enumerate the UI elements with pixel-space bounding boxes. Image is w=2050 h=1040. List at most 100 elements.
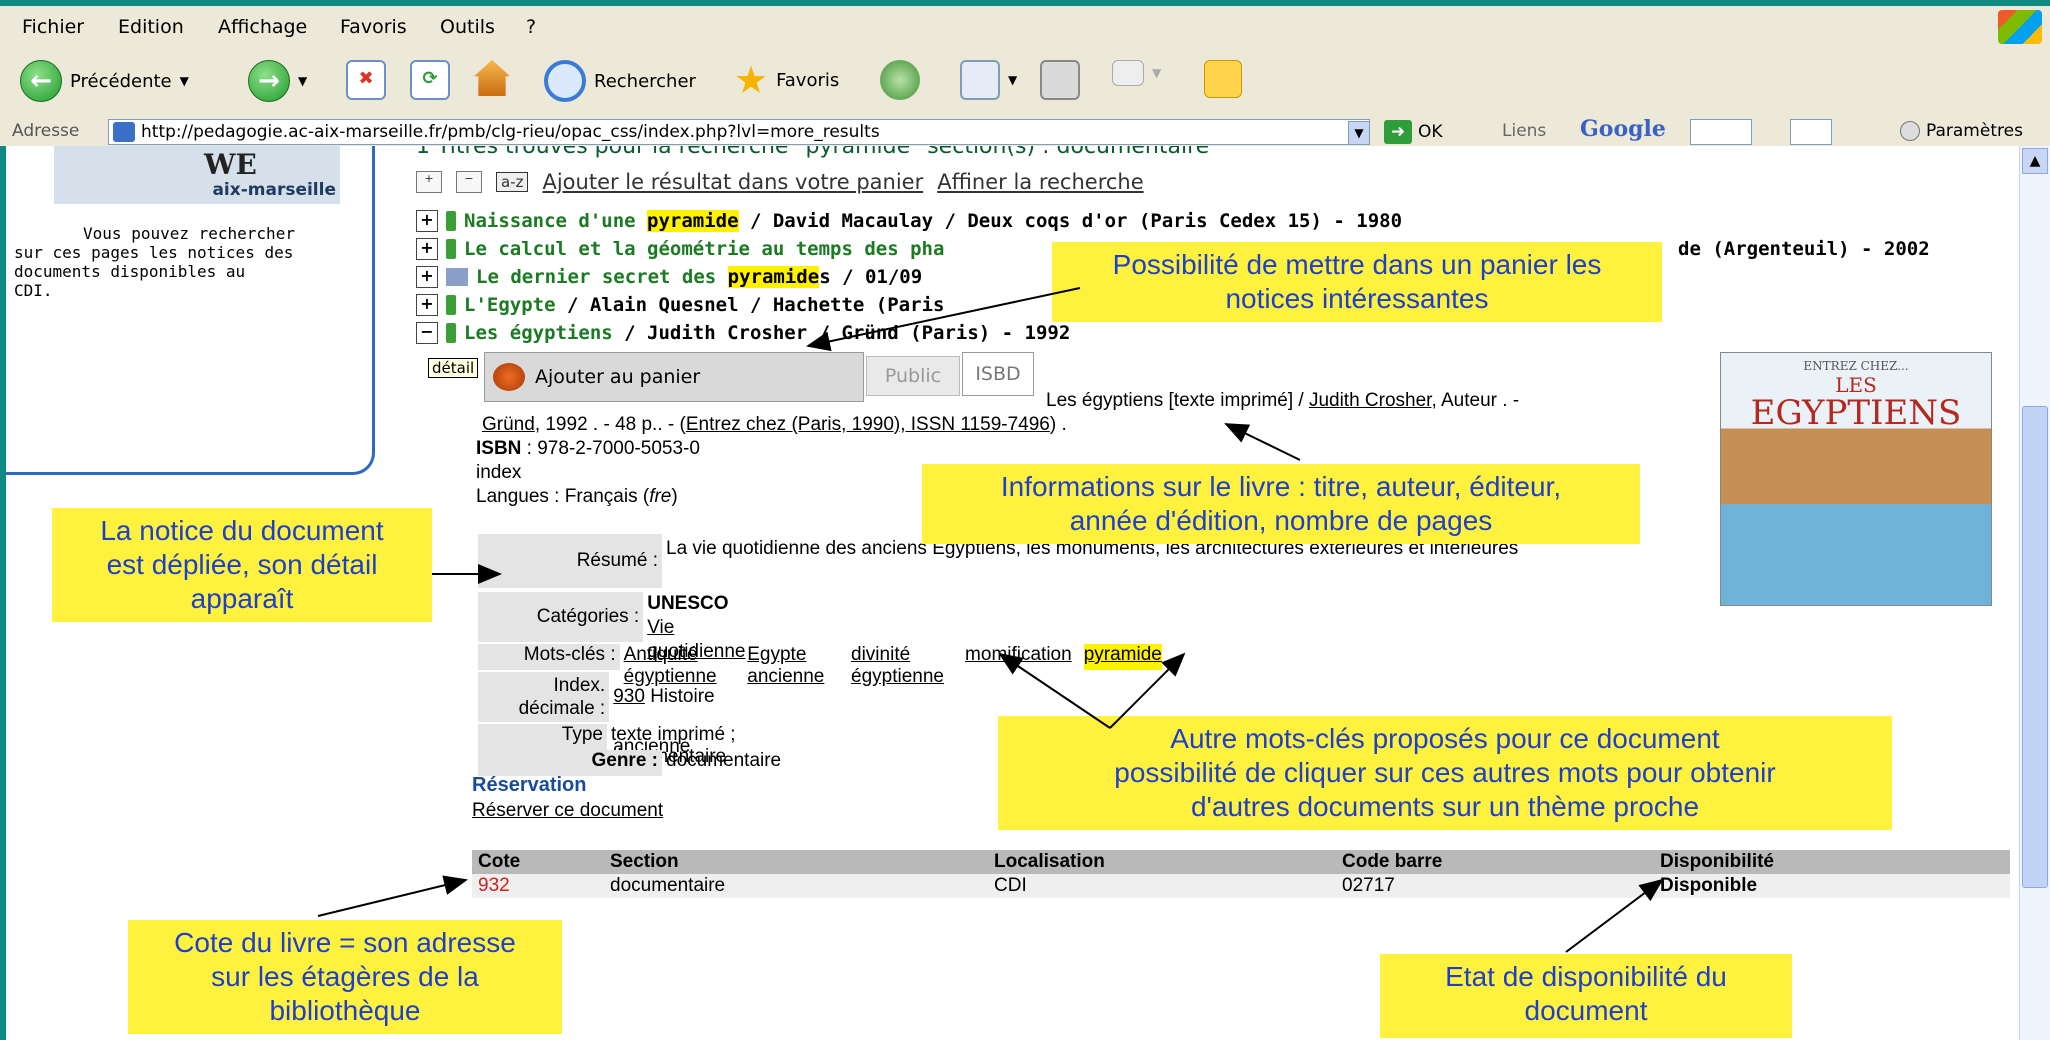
cell-disponibilite: Disponible: [1660, 875, 1758, 896]
add-to-cart-label: Ajouter au panier: [535, 366, 701, 388]
cover-title: EGYPTIENS: [1750, 393, 1962, 433]
result-title[interactable]: Le dernier secret des: [476, 266, 728, 288]
keyword-link[interactable]: momification: [965, 644, 1072, 670]
result-title[interactable]: Les égyptiens: [464, 322, 613, 344]
expand-icon[interactable]: +: [416, 238, 438, 260]
result-item-expanded[interactable]: − Les égyptiens / Judith Crosher / Gründ…: [416, 322, 1070, 344]
callout-notice: La notice du document est dépliée, son d…: [52, 508, 432, 622]
expand-icon[interactable]: +: [416, 210, 438, 232]
type-label: Type: [478, 724, 607, 750]
stop-button[interactable]: ✖: [346, 60, 386, 100]
collapse-icon[interactable]: −: [416, 322, 438, 344]
keyword-link[interactable]: Antiquité égyptienne: [624, 644, 736, 687]
keyword-link-highlighted[interactable]: pyramide: [1083, 644, 1162, 670]
menu-affichage[interactable]: Affichage: [218, 16, 307, 38]
forward-dropdown-icon[interactable]: ▼: [298, 74, 307, 88]
publisher-link[interactable]: Gründ: [482, 414, 535, 435]
sidebar-line: sur ces pages les notices des: [14, 243, 294, 262]
favorites-button[interactable]: ★ Favoris: [734, 60, 839, 100]
add-results-to-cart-link[interactable]: Ajouter le résultat dans votre panier: [542, 170, 923, 194]
result-title[interactable]: Le calcul et la géométrie au temps des p…: [464, 238, 944, 260]
refine-search-link[interactable]: Affiner la recherche: [937, 170, 1143, 194]
series-link[interactable]: Entrez chez (Paris, 1990), ISSN 1159-749…: [686, 414, 1050, 435]
toolbar: ← Précédente ▼ → ▼ ✖ ⟳ Rechercher ★ Favo…: [0, 48, 2050, 119]
result-item[interactable]: + Naissance d'une pyramide / David Macau…: [416, 210, 1402, 232]
google-options-dropdown[interactable]: [1790, 119, 1832, 145]
history-button[interactable]: [880, 60, 920, 100]
sidebar-line: documents disponibles au: [14, 262, 246, 281]
expand-icon[interactable]: +: [416, 294, 438, 316]
forward-button[interactable]: → ▼: [248, 60, 307, 102]
callout-etat: Etat de disponibilité du document: [1380, 954, 1792, 1038]
book-icon: [446, 211, 456, 231]
edit-button[interactable]: ▼: [1112, 60, 1161, 86]
mail-button[interactable]: ▼: [960, 60, 1017, 100]
page-icon: [113, 122, 135, 142]
index-line: index: [476, 462, 522, 483]
edit-dropdown-icon[interactable]: ▼: [1152, 66, 1161, 80]
scroll-thumb[interactable]: [2022, 406, 2048, 888]
header-localisation: Localisation: [994, 851, 1105, 872]
author-link[interactable]: Judith Crosher: [1309, 390, 1432, 411]
callout-line: possibilité de cliquer sur ces autres mo…: [1114, 757, 1776, 788]
keyword-link[interactable]: divinité égyptienne: [851, 644, 953, 687]
scroll-up-icon[interactable]: ▲: [2022, 148, 2048, 174]
params-button[interactable]: Paramètres: [1900, 121, 2023, 141]
index-label-line: Index.: [553, 675, 606, 696]
results-header: 1 Titres trouvés pour la recherche "pyra…: [416, 146, 1210, 159]
results-actions: + − a-z Ajouter le résultat dans votre p…: [416, 170, 1144, 194]
menu-outils[interactable]: Outils: [440, 16, 495, 38]
menu-favoris[interactable]: Favoris: [340, 16, 407, 38]
vertical-scrollbar[interactable]: ▲: [2019, 146, 2050, 1040]
menu-help[interactable]: ?: [526, 16, 536, 38]
tab-isbd[interactable]: ISBD: [962, 352, 1034, 396]
expand-icon[interactable]: +: [416, 266, 438, 288]
isbd-line-1: Les égyptiens [texte imprimé] / Judith C…: [1046, 390, 1519, 412]
callout-line: Possibilité de mettre dans un panier les: [1112, 249, 1602, 280]
links-button[interactable]: Liens: [1502, 121, 1546, 141]
result-item[interactable]: + Le dernier secret des pyramides / 01/0…: [416, 266, 922, 288]
back-button[interactable]: ← Précédente ▼: [20, 60, 189, 102]
menu-edition[interactable]: Edition: [118, 16, 184, 38]
address-input[interactable]: http://pedagogie.ac-aix-marseille.fr/pmb…: [108, 119, 1370, 145]
result-title[interactable]: L'Egypte: [464, 294, 556, 316]
index-code-link[interactable]: 930: [613, 686, 645, 707]
result-item[interactable]: + L'Egypte / Alain Quesnel / Hachette (P…: [416, 294, 944, 316]
google-search-input[interactable]: [1690, 119, 1752, 145]
callout-line: Informations sur le livre : titre, auteu…: [1000, 471, 1562, 502]
home-button[interactable]: [474, 60, 510, 96]
header-disponibilite: Disponibilité: [1660, 851, 1774, 872]
cell-localisation: CDI: [994, 875, 1027, 896]
refresh-button[interactable]: ⟳: [410, 60, 450, 100]
menu-fichier[interactable]: Fichier: [22, 16, 84, 38]
back-dropdown-icon[interactable]: ▼: [180, 74, 189, 88]
print-button[interactable]: [1040, 60, 1080, 100]
result-meta: de (Argenteuil) - 2002: [1678, 238, 1930, 260]
params-radio-icon: [1900, 121, 1920, 141]
add-to-cart-button[interactable]: Ajouter au panier: [484, 352, 864, 402]
type-value: texte imprimé ; documentaire: [611, 724, 736, 767]
sort-az-button[interactable]: a-z: [496, 172, 529, 192]
header-cote: Cote: [478, 851, 521, 872]
reserve-link[interactable]: Réserver ce document: [472, 800, 663, 822]
go-button[interactable]: ➜ OK: [1384, 120, 1443, 144]
notes-icon: [1204, 60, 1242, 98]
star-icon: ★: [734, 58, 769, 102]
forward-arrow-icon: →: [248, 60, 290, 102]
keyword-link[interactable]: Egypte ancienne: [747, 644, 839, 687]
notes-button[interactable]: [1204, 60, 1242, 98]
index-decimal-label: Index. décimale :: [478, 672, 610, 722]
search-button[interactable]: Rechercher: [544, 60, 696, 102]
result-title[interactable]: Naissance d'une: [464, 210, 647, 232]
address-dropdown-icon[interactable]: ▼: [1348, 121, 1370, 145]
cell-cote: 932: [478, 875, 510, 896]
callout-infos: Informations sur le livre : titre, auteu…: [922, 464, 1640, 544]
result-item-tail: de (Argenteuil) - 2002: [1678, 238, 1930, 260]
tab-public[interactable]: Public: [866, 356, 960, 396]
result-item[interactable]: + Le calcul et la géométrie au temps des…: [416, 238, 944, 260]
collapse-all-icon[interactable]: −: [456, 171, 482, 193]
genre-row: Genre : documentaire: [478, 750, 781, 776]
mail-dropdown-icon[interactable]: ▼: [1008, 73, 1017, 87]
expand-all-icon[interactable]: +: [416, 171, 442, 193]
index-label-line: décimale :: [518, 698, 606, 719]
